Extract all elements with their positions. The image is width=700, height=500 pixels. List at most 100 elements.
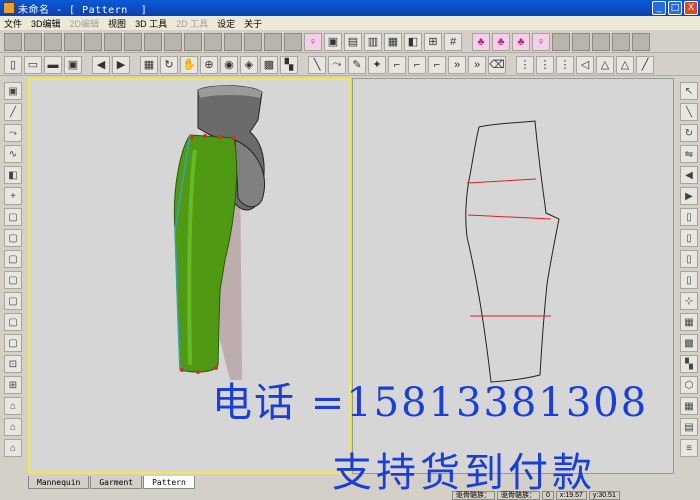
toolbar-button[interactable] bbox=[184, 32, 202, 51]
toolbar-button[interactable] bbox=[572, 32, 590, 51]
open-icon[interactable]: ▭ bbox=[24, 55, 42, 74]
pencil-icon[interactable]: ✎ bbox=[348, 55, 366, 74]
dress-tool-icon[interactable]: ⌂ bbox=[4, 439, 22, 457]
toolbar-button[interactable] bbox=[44, 32, 62, 51]
dress-alt-icon[interactable]: ♣ bbox=[492, 32, 510, 51]
tab-mannequin[interactable]: Mannequin bbox=[28, 476, 90, 489]
toolbar-button[interactable] bbox=[592, 32, 610, 51]
measure-line-icon[interactable]: ⋮ bbox=[556, 55, 574, 74]
menu-2d-tools[interactable]: 2D 工具 bbox=[176, 17, 208, 30]
hex-icon[interactable]: ⬡ bbox=[680, 376, 698, 394]
box-back-icon[interactable]: ▢ bbox=[4, 292, 22, 310]
texture-icon[interactable]: ▩ bbox=[260, 55, 278, 74]
toolbar-button[interactable] bbox=[4, 32, 22, 51]
ruler-alt-icon[interactable]: ⋮ bbox=[536, 55, 554, 74]
box-top-icon[interactable]: ▢ bbox=[4, 271, 22, 289]
camera-icon[interactable]: ▣ bbox=[324, 32, 342, 51]
menu-3d-tools[interactable]: 3D 工具 bbox=[135, 17, 167, 30]
zoom-icon[interactable]: ⊕ bbox=[200, 55, 218, 74]
flag-icon[interactable]: ▚ bbox=[680, 355, 698, 373]
menu-file[interactable]: 文件 bbox=[4, 17, 22, 30]
menu-settings[interactable]: 设定 bbox=[217, 17, 235, 30]
menu-view[interactable]: 视图 bbox=[108, 17, 126, 30]
menu-about[interactable]: 关于 bbox=[244, 17, 262, 30]
node-icon[interactable]: ⌐ bbox=[388, 55, 406, 74]
hand-icon[interactable]: ✋ bbox=[180, 55, 198, 74]
fit-icon[interactable]: ◧ bbox=[404, 32, 422, 51]
triangle-icon[interactable]: △ bbox=[596, 55, 614, 74]
next-icon[interactable]: ▶ bbox=[112, 55, 130, 74]
color-icon[interactable]: ▩ bbox=[680, 334, 698, 352]
toolbar-button[interactable] bbox=[264, 32, 282, 51]
line-edit-icon[interactable]: ╲ bbox=[680, 103, 698, 121]
node-move-icon[interactable]: ⌐ bbox=[428, 55, 446, 74]
mannequin-icon[interactable]: ♀ bbox=[304, 32, 322, 51]
grid-icon[interactable]: ▦ bbox=[140, 55, 158, 74]
paste-icon[interactable]: ▯ bbox=[680, 250, 698, 268]
render-icon[interactable]: ◈ bbox=[240, 55, 258, 74]
vest-icon[interactable]: ⌂ bbox=[4, 418, 22, 436]
box-side-icon[interactable]: ▢ bbox=[4, 250, 22, 268]
snap-icon[interactable]: ⊹ bbox=[680, 292, 698, 310]
list-icon[interactable]: ≡ bbox=[680, 439, 698, 457]
shirt-icon[interactable]: ⌂ bbox=[4, 397, 22, 415]
back-view-icon[interactable]: ▦ bbox=[384, 32, 402, 51]
box-front-icon[interactable]: ▢ bbox=[4, 229, 22, 247]
toolbar-button[interactable] bbox=[64, 32, 82, 51]
body-icon[interactable]: ◧ bbox=[4, 166, 22, 184]
next-page-icon[interactable]: ▶ bbox=[680, 187, 698, 205]
new-icon[interactable]: ▯ bbox=[4, 55, 22, 74]
copy-icon[interactable]: ▯ bbox=[680, 229, 698, 247]
toolbar-button[interactable] bbox=[552, 32, 570, 51]
knife-icon[interactable]: ╱ bbox=[636, 55, 654, 74]
prev-icon[interactable]: ◀ bbox=[92, 55, 110, 74]
ruler-icon[interactable]: ⋮ bbox=[516, 55, 534, 74]
sew-icon[interactable]: » bbox=[448, 55, 466, 74]
smooth-icon[interactable]: ∿ bbox=[4, 145, 22, 163]
mirror-icon[interactable]: ⇋ bbox=[680, 145, 698, 163]
dress-color-icon[interactable]: ♣ bbox=[512, 32, 530, 51]
toolbar-button[interactable] bbox=[244, 32, 262, 51]
side-view-icon[interactable]: ▥ bbox=[364, 32, 382, 51]
close-button[interactable]: X bbox=[684, 1, 698, 15]
toolbar-button[interactable] bbox=[204, 32, 222, 51]
rotate-piece-icon[interactable]: ↻ bbox=[680, 124, 698, 142]
numbers-icon[interactable]: # bbox=[444, 32, 462, 51]
surface-icon[interactable]: ◉ bbox=[220, 55, 238, 74]
box-icon[interactable]: ▢ bbox=[4, 208, 22, 226]
minimize-button[interactable]: _ bbox=[652, 1, 666, 15]
eraser-icon[interactable]: ⌫ bbox=[488, 55, 506, 74]
save-icon[interactable]: ▬ bbox=[44, 55, 62, 74]
toolbar-button[interactable] bbox=[124, 32, 142, 51]
cut-tool-icon[interactable]: ⊞ bbox=[4, 376, 22, 394]
plan-icon[interactable]: ▤ bbox=[680, 418, 698, 436]
toolbar-button[interactable] bbox=[612, 32, 630, 51]
maximize-button[interactable]: □ bbox=[668, 1, 682, 15]
toolbar-button[interactable] bbox=[144, 32, 162, 51]
toolbar-button[interactable] bbox=[24, 32, 42, 51]
node-edit-icon[interactable]: ⌐ bbox=[408, 55, 426, 74]
fabric-icon[interactable]: ▦ bbox=[680, 397, 698, 415]
toolbar-button[interactable] bbox=[284, 32, 302, 51]
table-icon[interactable]: ▦ bbox=[680, 313, 698, 331]
rotate-icon[interactable]: ↻ bbox=[160, 55, 178, 74]
toolbar-button[interactable] bbox=[104, 32, 122, 51]
select-icon[interactable]: ↖ bbox=[680, 82, 698, 100]
toolbar-button[interactable] bbox=[164, 32, 182, 51]
box-iso-icon[interactable]: ▢ bbox=[4, 334, 22, 352]
measure-tool-icon[interactable]: ⊡ bbox=[4, 355, 22, 373]
prev-page-icon[interactable]: ◀ bbox=[680, 166, 698, 184]
axis-icon[interactable]: + bbox=[4, 187, 22, 205]
tab-pattern[interactable]: Pattern bbox=[143, 476, 195, 489]
tab-garment[interactable]: Garment bbox=[90, 476, 143, 489]
front-view-icon[interactable]: ▤ bbox=[344, 32, 362, 51]
curve-tool-icon[interactable]: ⤳ bbox=[328, 55, 346, 74]
line-tool-icon[interactable]: ╲ bbox=[308, 55, 326, 74]
menu-3d-edit[interactable]: 3D编辑 bbox=[31, 17, 61, 30]
point-icon[interactable]: ✦ bbox=[368, 55, 386, 74]
dart-icon[interactable]: ◁ bbox=[576, 55, 594, 74]
mannequin-tool-icon[interactable]: ▣ bbox=[4, 82, 22, 100]
triangle-alt-icon[interactable]: △ bbox=[616, 55, 634, 74]
box-bottom-icon[interactable]: ▢ bbox=[4, 313, 22, 331]
toolbar-button[interactable] bbox=[632, 32, 650, 51]
